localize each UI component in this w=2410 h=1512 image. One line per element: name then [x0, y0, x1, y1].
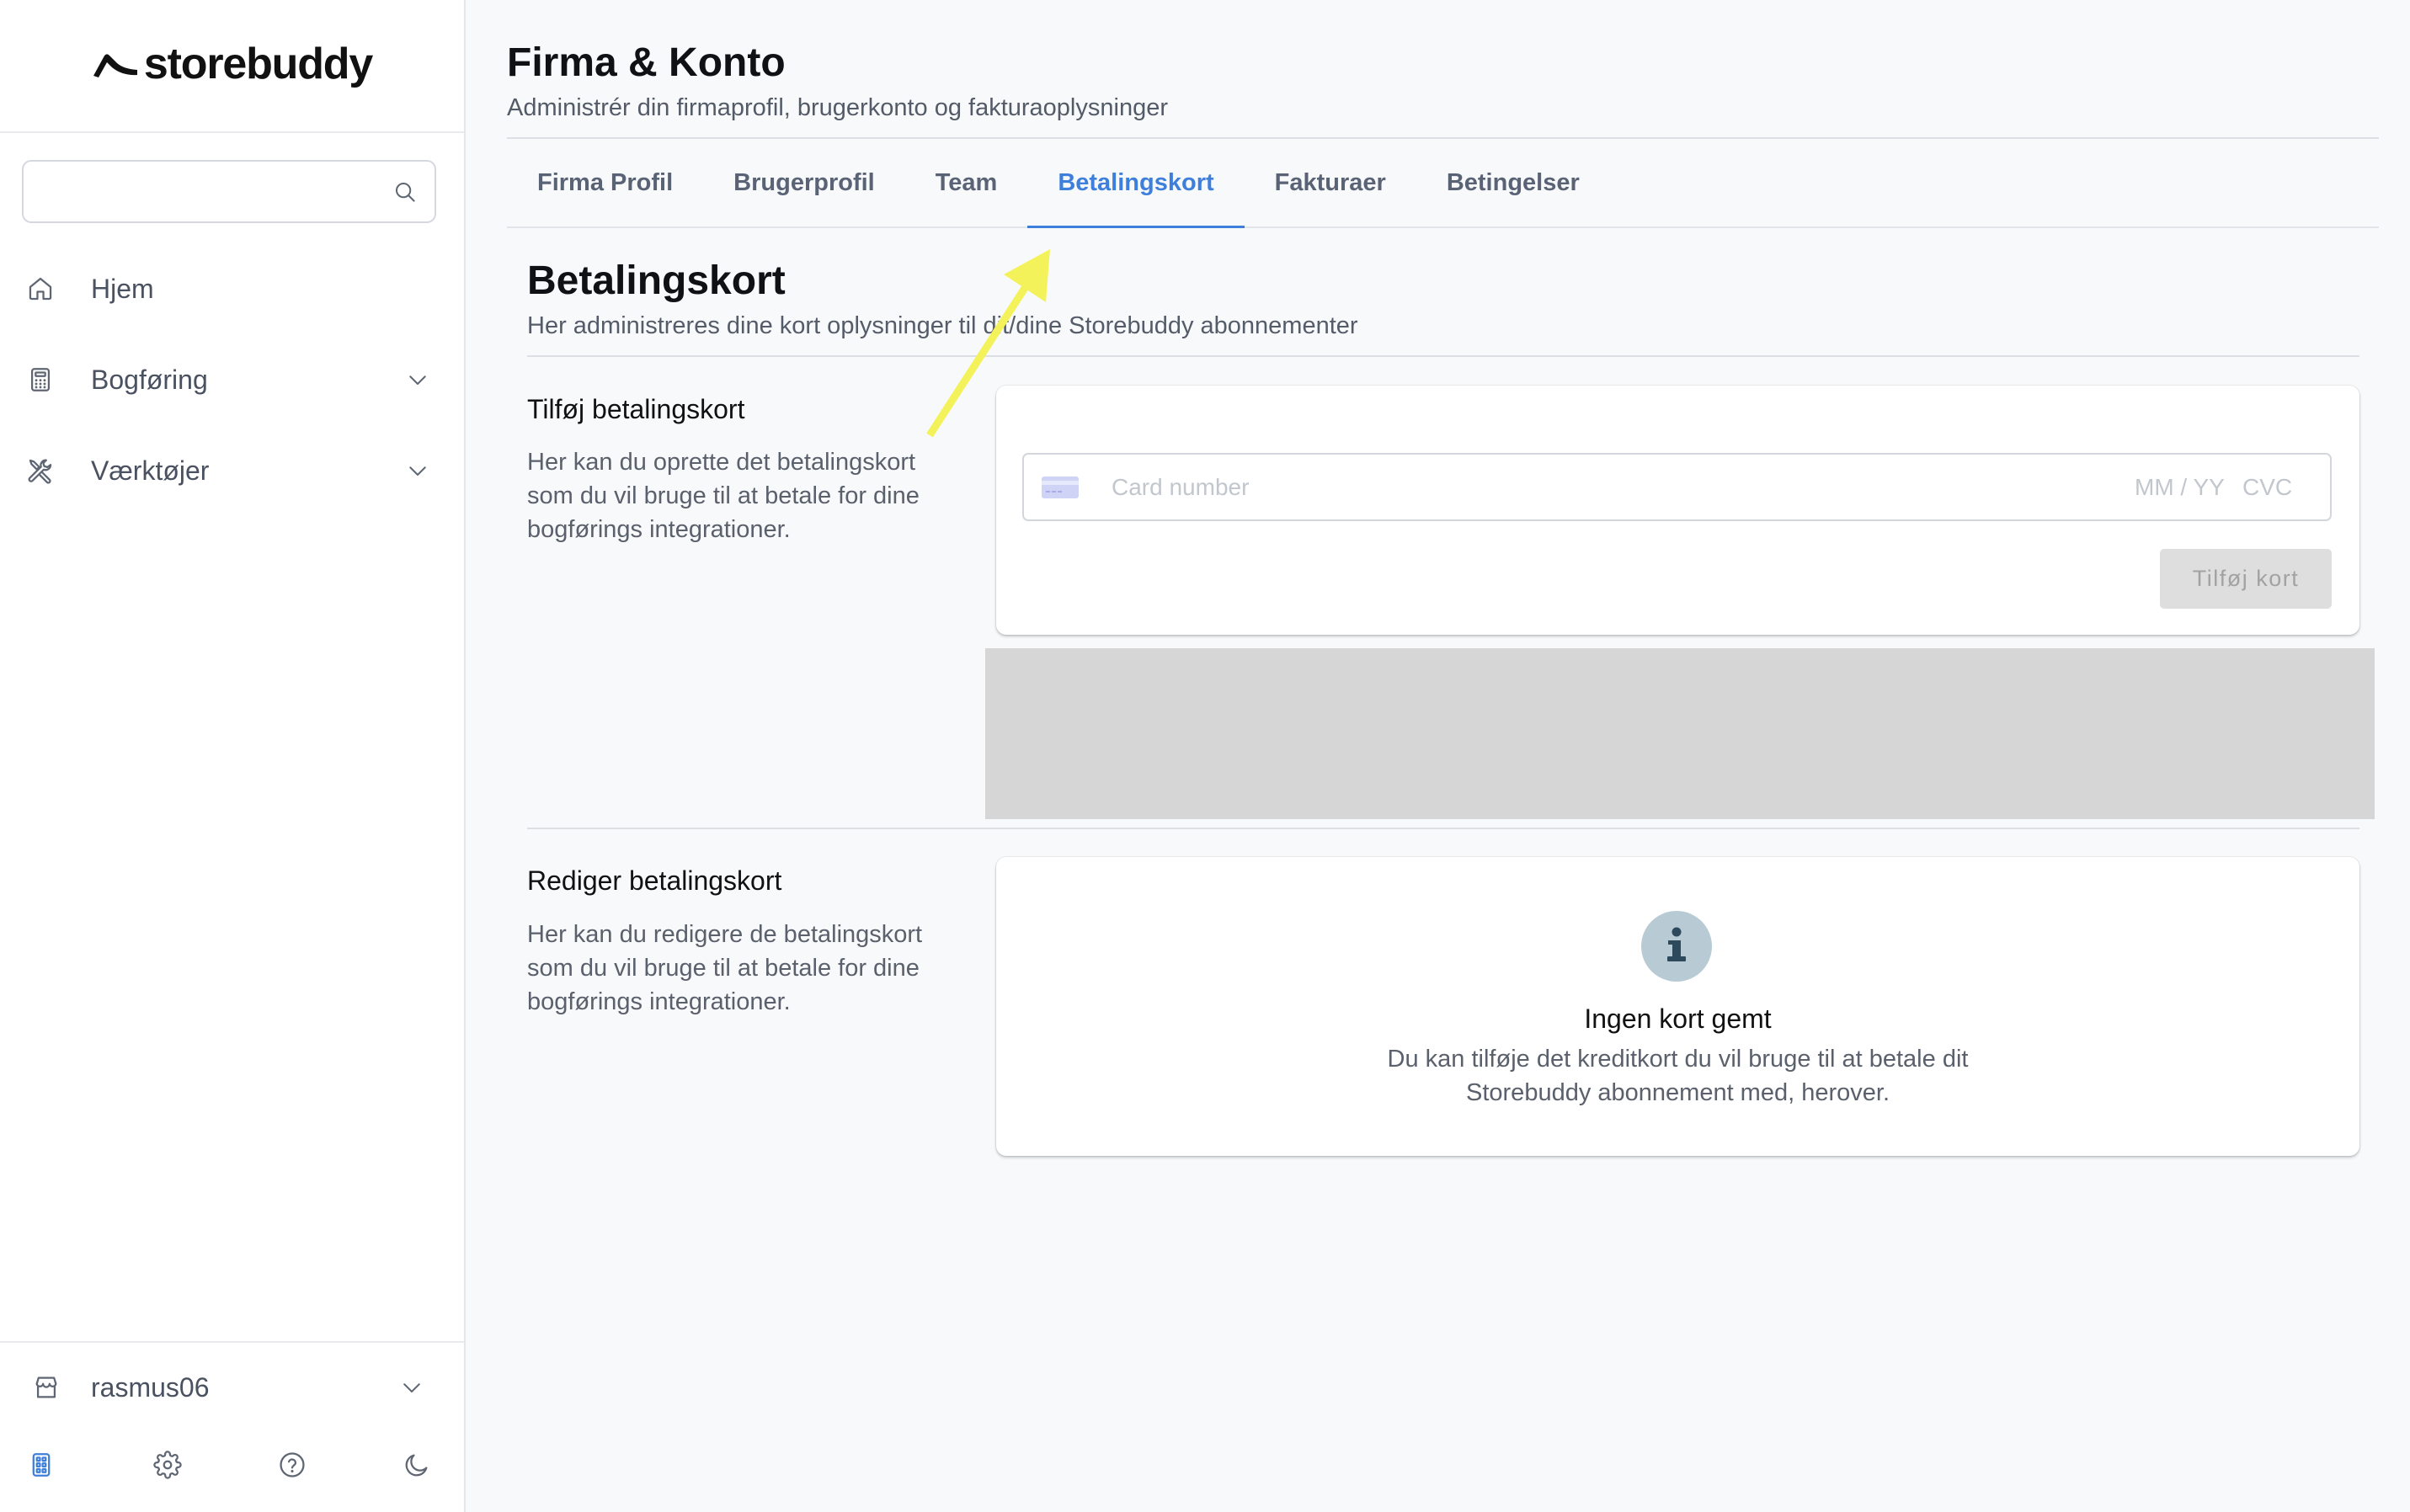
- chevron-down-icon[interactable]: [399, 1375, 424, 1400]
- empty-state-message: Du kan tilføje det kreditkort du vil bru…: [1387, 1046, 1969, 1106]
- page-subtitle: Administrér din firmaprofil, brugerkonto…: [507, 94, 1168, 121]
- sidebar-divider: [0, 131, 464, 133]
- sidebar: storebuddy Hjem Bogføring Værktøjer rasm…: [0, 0, 466, 1512]
- sidebar-divider: [0, 1341, 464, 1343]
- edit-card-panel: Ingen kort gemt Du kan tilføje det kredi…: [996, 857, 2359, 1156]
- card-input-field[interactable]: [1022, 453, 2332, 521]
- section-divider: [527, 828, 2359, 829]
- search-icon[interactable]: [392, 179, 418, 205]
- dark-mode-toggle[interactable]: [403, 1451, 431, 1479]
- tab-bar: Firma Profil Brugerprofil Team Betalings…: [507, 139, 2379, 228]
- add-card-description: Her kan du oprette det betalingskort som…: [527, 449, 920, 543]
- sidebar-nav: Hjem Bogføring Værktøjer: [0, 243, 464, 516]
- chevron-down-icon[interactable]: [405, 458, 430, 483]
- help-icon: [280, 1452, 305, 1477]
- sidebar-item-label: Bogføring: [91, 364, 208, 395]
- grey-placeholder-block: [985, 648, 2375, 819]
- add-card-button[interactable]: Tilføj kort: [2160, 549, 2332, 609]
- calculator-icon: [30, 368, 51, 391]
- sidebar-item-label: Hjem: [91, 273, 154, 304]
- moon-icon: [405, 1454, 428, 1477]
- storebuddy-swoosh-icon: [93, 54, 137, 77]
- account-name: rasmus06: [91, 1371, 210, 1403]
- sidebar-item-label: Værktøjer: [91, 455, 210, 486]
- chevron-down-icon[interactable]: [405, 367, 430, 392]
- gear-icon: [153, 1451, 182, 1479]
- info-icon: [1641, 911, 1712, 982]
- apps-button[interactable]: [27, 1451, 56, 1479]
- section-divider: [527, 355, 2359, 357]
- help-button[interactable]: [278, 1451, 307, 1479]
- card-cvc-input[interactable]: [2242, 455, 2295, 519]
- tools-icon: [28, 459, 52, 484]
- tab-firma-profil[interactable]: Firma Profil: [507, 139, 703, 226]
- tab-betalingskort[interactable]: Betalingskort: [1027, 139, 1245, 228]
- apps-icon: [32, 1453, 51, 1477]
- sidebar-item-bogforing[interactable]: Bogføring: [0, 334, 464, 425]
- account-switcher[interactable]: rasmus06: [0, 1354, 464, 1421]
- tab-team[interactable]: Team: [905, 139, 1028, 226]
- edit-card-description: Her kan du redigere de betalingskort som…: [527, 921, 923, 1015]
- settings-button[interactable]: [153, 1451, 182, 1479]
- sidebar-item-vaerktojer[interactable]: Værktøjer: [0, 425, 464, 516]
- section-subtitle: Her administreres dine kort oplysninger …: [527, 312, 1358, 339]
- tab-betingelser[interactable]: Betingelser: [1416, 139, 1610, 226]
- card-expiry-input[interactable]: [2135, 455, 2229, 519]
- tab-brugerprofil[interactable]: Brugerprofil: [703, 139, 905, 226]
- section-title: Betalingskort: [527, 258, 786, 303]
- page-title: Firma & Konto: [507, 40, 786, 85]
- sidebar-item-hjem[interactable]: Hjem: [0, 243, 464, 334]
- home-icon: [29, 277, 52, 301]
- logo-text: storebuddy: [143, 40, 373, 88]
- tab-fakturaer[interactable]: Fakturaer: [1245, 139, 1416, 226]
- add-card-title: Tilføj betalingskort: [527, 394, 745, 424]
- search-box[interactable]: [22, 160, 436, 223]
- add-card-panel: Tilføj kort: [996, 386, 2359, 635]
- credit-card-icon: [1042, 476, 1079, 498]
- logo[interactable]: storebuddy: [0, 39, 464, 89]
- edit-card-title: Rediger betalingskort: [527, 865, 782, 896]
- search-input[interactable]: [24, 162, 435, 221]
- card-number-input[interactable]: [1112, 455, 1954, 519]
- empty-state-title: Ingen kort gemt: [1584, 1004, 1772, 1034]
- store-icon: [35, 1376, 57, 1398]
